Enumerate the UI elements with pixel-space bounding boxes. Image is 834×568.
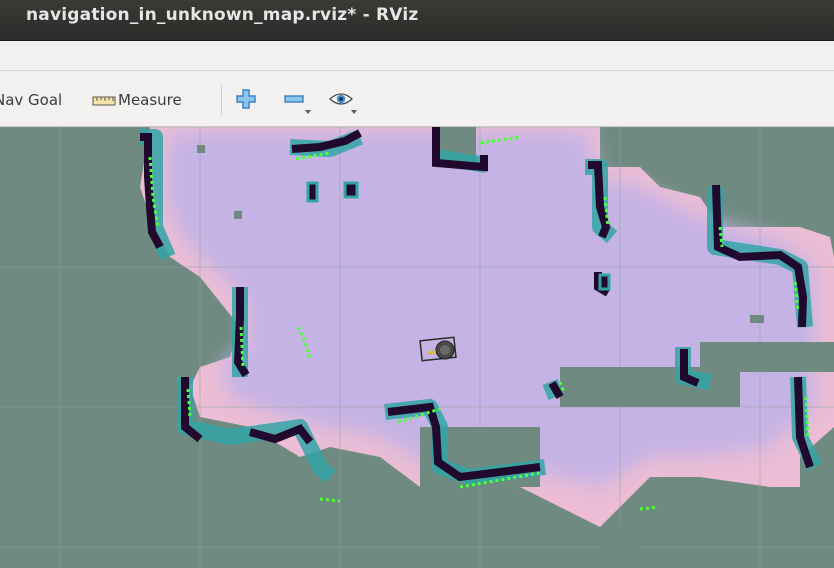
eye-icon: [329, 93, 353, 105]
measure-tool[interactable]: Measure: [92, 89, 182, 111]
rviz-window: navigation_in_unknown_map.rviz* - RViz N…: [0, 0, 834, 568]
nav-goal-label: Nav Goal: [0, 91, 63, 109]
plus-icon: [236, 89, 256, 109]
menu-bar: [0, 41, 834, 71]
nav-goal-tool[interactable]: Nav Goal: [0, 89, 62, 111]
occupancy-grid-map: [0, 127, 834, 568]
chevron-down-icon: [305, 110, 311, 114]
window-title: navigation_in_unknown_map.rviz* - RViz: [26, 5, 419, 25]
add-tool-button[interactable]: [234, 87, 264, 115]
measure-label: Measure: [118, 91, 182, 109]
remove-tool-button[interactable]: [282, 87, 312, 115]
chevron-down-icon: [351, 110, 357, 114]
tools-toolbar: Nav Goal Measure: [0, 71, 834, 127]
title-bar: navigation_in_unknown_map.rviz* - RViz: [0, 0, 834, 41]
toolbar-separator: [221, 85, 222, 115]
3d-render-viewport[interactable]: [0, 127, 834, 568]
minus-icon: [284, 95, 304, 103]
ruler-icon: [92, 96, 116, 105]
view-panel-button[interactable]: [328, 87, 358, 115]
